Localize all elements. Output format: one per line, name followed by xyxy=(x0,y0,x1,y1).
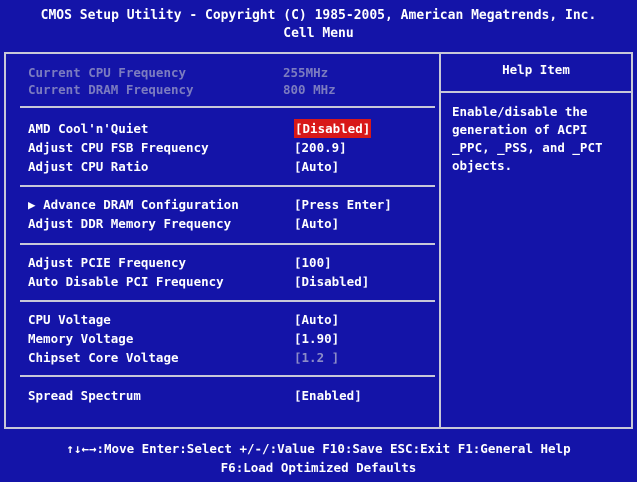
setting-value[interactable]: [Auto] xyxy=(294,310,339,329)
setting-value[interactable]: [Auto] xyxy=(294,214,339,233)
info-label: Current DRAM Frequency xyxy=(28,82,194,97)
setting-pcie-frequency[interactable]: Adjust PCIE Frequency [100] xyxy=(28,253,428,272)
setting-cpu-voltage[interactable]: CPU Voltage [Auto] xyxy=(28,310,428,329)
setting-label: Adjust CPU FSB Frequency xyxy=(28,140,209,155)
setting-value-disabled: [1.2 ] xyxy=(294,350,340,365)
submenu-advance-dram-configuration[interactable]: ▶ Advance DRAM Configuration [Press Ente… xyxy=(28,195,428,214)
help-header-divider xyxy=(441,91,631,93)
title-menu-name: Cell Menu xyxy=(283,26,354,41)
submenu-arrow-icon: ▶ xyxy=(28,197,36,212)
setting-value[interactable]: [100] xyxy=(294,253,332,272)
setting-auto-disable-pci-frequency[interactable]: Auto Disable PCI Frequency [Disabled] xyxy=(28,272,428,291)
info-value: 800 MHz xyxy=(283,82,336,97)
setting-memory-voltage[interactable]: Memory Voltage [1.90] xyxy=(28,329,428,348)
setting-value[interactable]: [200.9] xyxy=(294,138,347,157)
setting-label: Auto Disable PCI Frequency xyxy=(28,274,224,289)
setting-label: Adjust DDR Memory Frequency xyxy=(28,216,232,231)
setting-label: Adjust CPU Ratio xyxy=(28,159,149,174)
setting-label: AMD Cool'n'Quiet xyxy=(28,121,149,136)
setting-value[interactable]: [Enabled] xyxy=(294,386,362,405)
section-separator xyxy=(20,375,435,377)
key-legend-line: ↑↓←→:Move Enter:Select +/-/:Value F10:Sa… xyxy=(66,441,571,456)
setting-chipset-core-voltage: Chipset Core Voltage [1.2 ] xyxy=(28,348,428,367)
help-title: Help Item xyxy=(502,62,570,77)
key-legend-line: F6:Load Optimized Defaults xyxy=(220,460,417,475)
panel-divider xyxy=(439,52,441,429)
setting-value-selected[interactable]: [Disabled] xyxy=(294,119,372,138)
setting-value[interactable]: [Disabled] xyxy=(294,272,369,291)
setting-value[interactable]: [Auto] xyxy=(294,157,339,176)
help-text: Enable/disable the generation of ACPI _P… xyxy=(452,104,603,173)
setting-ddr-memory-frequency[interactable]: Adjust DDR Memory Frequency [Auto] xyxy=(28,214,428,233)
title-bar: CMOS Setup Utility - Copyright (C) 1985-… xyxy=(4,4,633,46)
setting-value[interactable]: [Press Enter] xyxy=(294,195,392,214)
setting-label: CPU Voltage xyxy=(28,312,111,327)
section-separator xyxy=(20,243,435,245)
setting-amd-cool-n-quiet[interactable]: AMD Cool'n'Quiet [Disabled] xyxy=(28,119,428,138)
setting-spread-spectrum[interactable]: Spread Spectrum [Enabled] xyxy=(28,386,428,405)
setting-label: Memory Voltage xyxy=(28,331,134,346)
key-legend: ↑↓←→:Move Enter:Select +/-/:Value F10:Sa… xyxy=(4,436,633,480)
setting-label: Chipset Core Voltage xyxy=(28,350,179,365)
title-copyright: CMOS Setup Utility - Copyright (C) 1985-… xyxy=(40,8,597,23)
setting-value[interactable]: [1.90] xyxy=(294,329,339,348)
section-separator xyxy=(20,185,435,187)
setting-label: Adjust PCIE Frequency xyxy=(28,255,187,270)
bios-screen: CMOS Setup Utility - Copyright (C) 1985-… xyxy=(0,0,637,482)
section-separator xyxy=(20,106,435,108)
submenu-label-text: Advance DRAM Configuration xyxy=(43,197,239,212)
setting-cpu-ratio[interactable]: Adjust CPU Ratio [Auto] xyxy=(28,157,428,176)
current-dram-frequency: Current DRAM Frequency 800 MHz xyxy=(28,80,428,99)
section-separator xyxy=(20,300,435,302)
setting-label: Spread Spectrum xyxy=(28,388,141,403)
setting-cpu-fsb-frequency[interactable]: Adjust CPU FSB Frequency [200.9] xyxy=(28,138,428,157)
submenu-label: ▶ Advance DRAM Configuration xyxy=(28,195,239,214)
